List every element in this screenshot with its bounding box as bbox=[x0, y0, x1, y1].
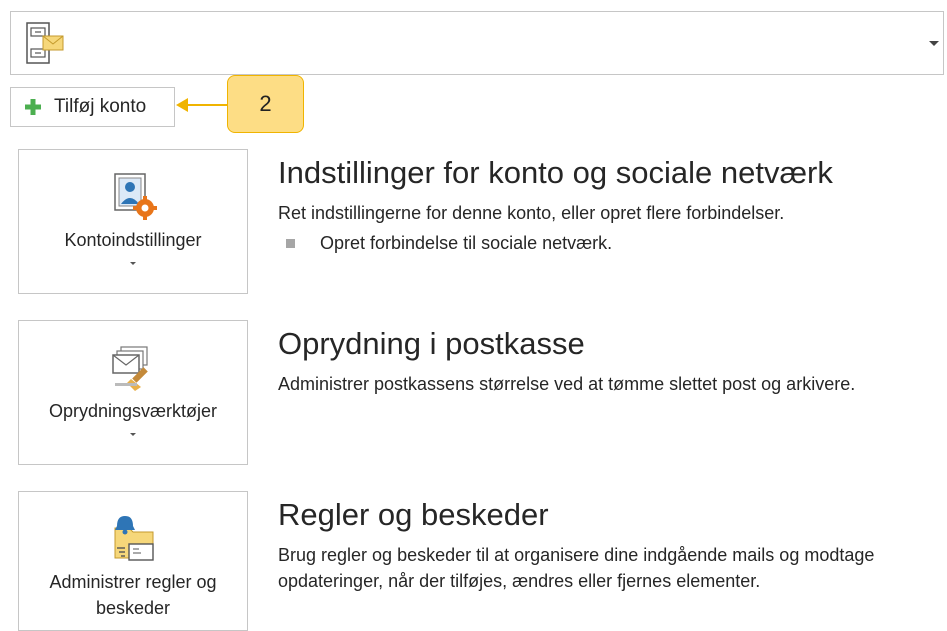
callout-arrow-icon bbox=[176, 98, 188, 112]
account-selector-dropdown[interactable] bbox=[10, 11, 944, 75]
section-desc-account-settings: Ret indstillingerne for denne konto, ell… bbox=[278, 203, 785, 223]
chevron-down-icon[interactable] bbox=[929, 41, 939, 46]
section-title-account-settings: Indstillinger for konto og sociale netvæ… bbox=[278, 155, 833, 190]
social-networks-link[interactable]: Opret forbindelse til sociale netværk. bbox=[286, 233, 612, 254]
caret-down-icon bbox=[130, 433, 136, 436]
account-settings-tile[interactable]: Kontoindstillinger bbox=[18, 149, 248, 294]
cleanup-tools-tile-label: Oprydningsværktøjer bbox=[48, 401, 218, 421]
account-settings-icon bbox=[107, 170, 159, 222]
account-settings-tile-label: Kontoindstillinger bbox=[64, 230, 202, 250]
cleanup-tools-icon bbox=[107, 341, 159, 393]
section-title-rules-alerts: Regler og beskeder bbox=[278, 497, 549, 532]
manage-rules-alerts-tile[interactable]: Administrer regler og beskeder bbox=[18, 491, 248, 631]
bullet-square-icon bbox=[286, 239, 295, 248]
caret-down-icon bbox=[130, 262, 136, 265]
callout-number-badge: 2 bbox=[227, 75, 304, 133]
cleanup-tools-tile[interactable]: Oprydningsværktøjer bbox=[18, 320, 248, 465]
social-networks-link-text[interactable]: Opret forbindelse til sociale netværk. bbox=[320, 233, 612, 254]
manage-rules-alerts-tile-label: Administrer regler og beskeder bbox=[49, 572, 217, 618]
plus-icon bbox=[24, 98, 42, 116]
add-account-button[interactable]: Tilføj konto bbox=[10, 87, 175, 127]
callout-arrow-line bbox=[186, 104, 228, 106]
section-desc-rules-alerts: Brug regler og beskeder til at organiser… bbox=[278, 545, 875, 591]
section-desc-mailbox-cleanup: Administrer postkassens størrelse ved at… bbox=[278, 374, 856, 394]
rules-alerts-icon bbox=[107, 512, 159, 564]
section-title-mailbox-cleanup: Oprydning i postkasse bbox=[278, 326, 585, 361]
account-mailbox-icon bbox=[25, 21, 65, 65]
add-account-label: Tilføj konto bbox=[54, 96, 147, 117]
